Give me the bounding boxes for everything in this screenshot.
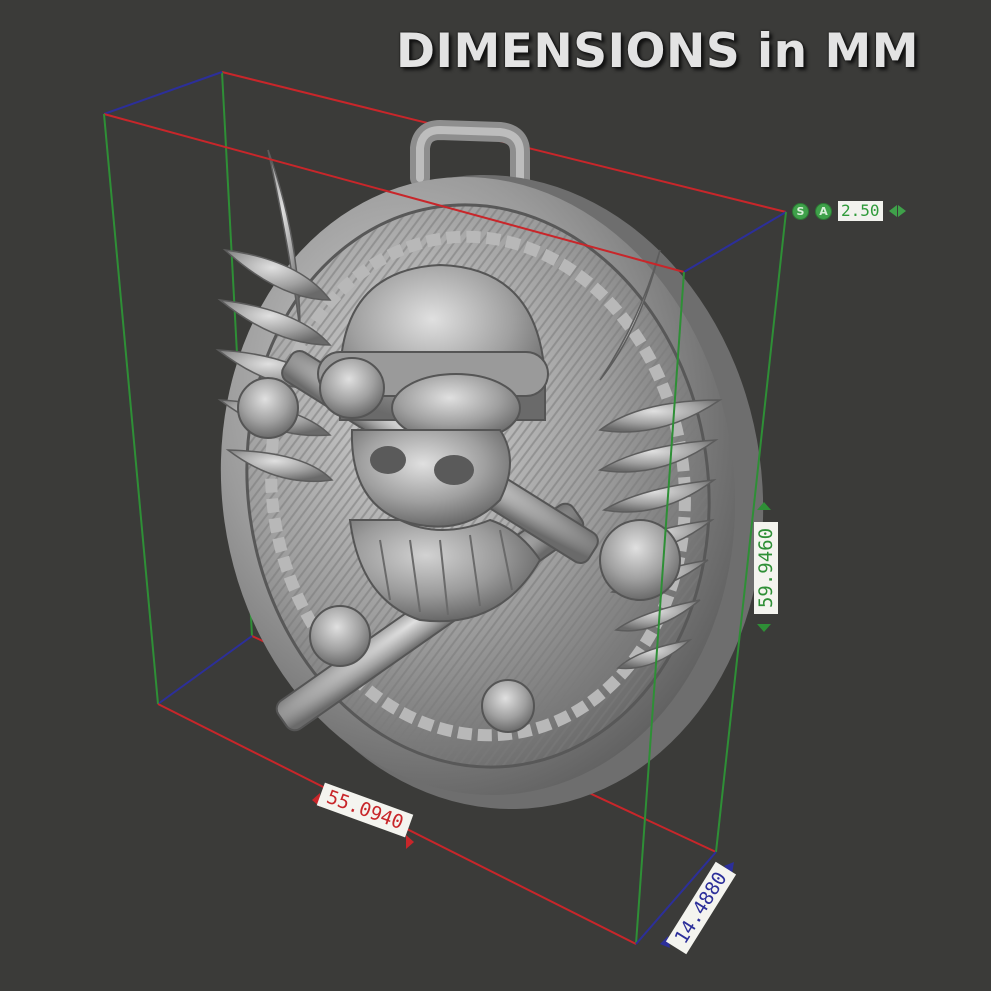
snap-value-stepper[interactable]	[888, 205, 906, 217]
snap-toggle-button[interactable]: S	[792, 202, 809, 220]
medallion-model[interactable]	[181, 119, 803, 844]
snap-value-field[interactable]: 2.50	[838, 201, 883, 221]
snap-toolbar: S A 2.50	[792, 200, 906, 222]
height-dimension-label[interactable]: 59.9460	[754, 522, 778, 614]
decrease-arrow-icon[interactable]	[888, 205, 897, 217]
angle-snap-toggle-button[interactable]: A	[815, 202, 832, 220]
height-arrow-down-icon[interactable]	[757, 624, 771, 632]
increase-arrow-icon[interactable]	[897, 205, 906, 217]
width-arrow-right-icon[interactable]	[406, 835, 414, 849]
page-title: DIMENSIONS in MM	[396, 24, 920, 79]
3d-viewport[interactable]	[0, 0, 991, 991]
